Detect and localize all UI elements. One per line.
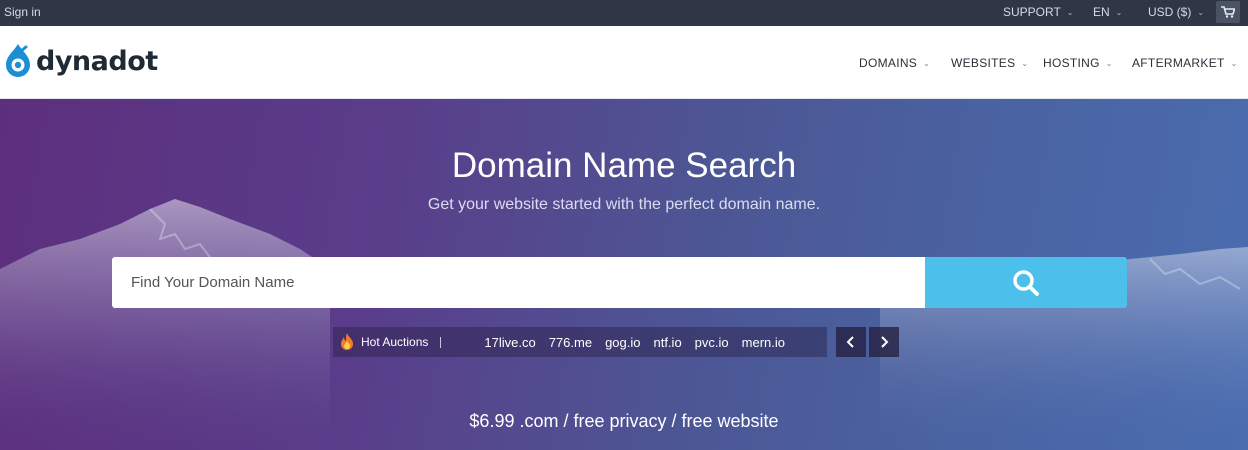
dynadot-droplet-icon [6,44,30,77]
search-icon [1013,269,1039,296]
domain-search-input[interactable] [112,257,925,308]
chevron-down-icon: ⌄ [1021,58,1029,68]
top-utility-bar: Sign in SUPPORT ⌄ EN ⌄ USD ($) ⌄ [0,0,1248,26]
nav-hosting-label: HOSTING [1043,56,1100,70]
auction-domain-link[interactable]: pvc.io [695,335,729,350]
currency-label: USD ($) [1148,5,1192,19]
nav-websites-label: WEBSITES [951,56,1016,70]
auction-domain-list: 17live.co 776.me gog.io ntf.io pvc.io me… [484,335,785,350]
divider [440,336,442,348]
auction-domain-link[interactable]: ntf.io [653,335,681,350]
cart-icon [1221,6,1235,18]
main-header: dynadot DOMAINS ⌄ WEBSITES ⌄ HOSTING ⌄ A… [0,26,1248,99]
language-label: EN [1093,5,1110,19]
hot-auctions-ticker: Hot Auctions 17live.co 776.me gog.io ntf… [333,327,827,357]
promo-text: $6.99 .com / free privacy / free website [469,411,779,431]
nav-aftermarket[interactable]: AFTERMARKET ⌄ [1132,56,1238,70]
chevron-down-icon: ⌄ [923,58,931,68]
nav-hosting[interactable]: HOSTING ⌄ [1043,56,1113,70]
currency-dropdown[interactable]: USD ($) ⌄ [1148,5,1204,19]
auctions-next-button[interactable] [869,327,899,357]
chevron-down-icon: ⌄ [1105,58,1113,68]
language-dropdown[interactable]: EN ⌄ [1093,5,1122,19]
chevron-down-icon: ⌄ [1197,7,1205,17]
nav-domains-label: DOMAINS [859,56,918,70]
hero-title: Domain Name Search [451,146,797,185]
chevron-right-icon [881,336,889,348]
hero-subtitle: Get your website started with the perfec… [427,196,821,213]
nav-aftermarket-label: AFTERMARKET [1132,56,1225,70]
nav-websites[interactable]: WEBSITES ⌄ [951,56,1028,70]
auctions-prev-button[interactable] [836,327,866,357]
dynadot-logo[interactable]: dynadot [4,43,158,79]
chevron-left-icon [846,336,854,348]
hero-section: Domain Name Search Get your website star… [0,99,1248,450]
logo-wordmark: dynadot [36,45,158,77]
search-button[interactable] [925,257,1127,308]
auction-domain-link[interactable]: 776.me [549,335,592,350]
support-label: SUPPORT [1003,5,1061,19]
cart-button[interactable] [1216,1,1240,23]
chevron-down-icon: ⌄ [1066,7,1074,17]
chevron-down-icon: ⌄ [1115,7,1123,17]
auction-domain-link[interactable]: mern.io [742,335,785,350]
fire-icon [341,333,353,350]
chevron-down-icon: ⌄ [1230,58,1238,68]
nav-domains[interactable]: DOMAINS ⌄ [859,56,930,70]
support-dropdown[interactable]: SUPPORT ⌄ [1003,5,1074,19]
auction-domain-link[interactable]: gog.io [605,335,640,350]
auction-domain-link[interactable]: 17live.co [484,335,535,350]
hot-auctions-label: Hot Auctions [361,335,429,349]
sign-in-link[interactable]: Sign in [4,5,41,19]
